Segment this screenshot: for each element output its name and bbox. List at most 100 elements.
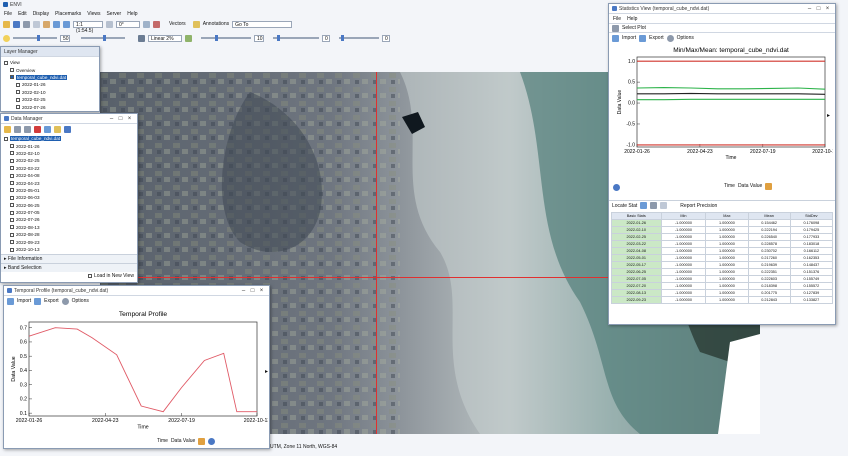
stats-export-button[interactable]: Export xyxy=(649,35,663,41)
menu-file[interactable]: File xyxy=(4,11,12,17)
open-file-icon[interactable] xyxy=(4,125,11,133)
close-button[interactable]: × xyxy=(125,116,134,122)
rotate-icon[interactable] xyxy=(106,20,113,28)
close-button[interactable]: × xyxy=(257,288,266,294)
menu-views[interactable]: Views xyxy=(87,11,100,17)
file-information-section[interactable]: ▸ File Information xyxy=(1,254,137,263)
help-icon[interactable] xyxy=(64,125,71,133)
table-row[interactable]: 2022-08-13 -1.000000 1.000000 0.201775 0.127… xyxy=(611,289,833,297)
band-item[interactable]: 2022-04-08 xyxy=(4,172,134,179)
table-header-cell[interactable]: Max xyxy=(705,212,749,220)
band-item[interactable]: 2022-10-13 xyxy=(4,246,134,253)
save-icon[interactable] xyxy=(13,20,20,28)
table-row[interactable]: 2022-06-25 -1.000000 1.000000 0.222351 0.151… xyxy=(611,268,833,276)
table-row[interactable]: 2022-03-22 -1.000000 1.000000 0.228578 0.183… xyxy=(611,240,833,248)
band-item[interactable]: 2022-06-25 xyxy=(4,202,134,209)
band-item[interactable]: 2022-08-13 xyxy=(4,224,134,231)
expand-icon[interactable] xyxy=(14,125,21,133)
band-item[interactable]: 2022-06-03 xyxy=(4,194,134,201)
transparency-slider[interactable] xyxy=(273,35,319,41)
open-icon[interactable] xyxy=(3,20,10,28)
band-item[interactable]: 2022-08-28 xyxy=(4,231,134,238)
pin-icon[interactable] xyxy=(54,125,61,133)
x-axis-combo[interactable]: Time xyxy=(157,438,168,444)
table-row[interactable]: 2022-09-23 -1.000000 1.000000 0.212843 0.133… xyxy=(611,296,833,304)
table-row[interactable]: 2022-04-08 -1.000000 1.000000 0.230702 0.166… xyxy=(611,247,833,255)
sharpen-slider[interactable] xyxy=(201,35,251,41)
stats-import-button[interactable]: Import xyxy=(622,35,636,41)
pencil-icon[interactable] xyxy=(765,182,773,190)
load-in-new-view-checkbox[interactable] xyxy=(88,274,92,278)
band-item[interactable]: 2022-09-23 xyxy=(4,238,134,245)
minimize-button[interactable]: – xyxy=(805,6,814,12)
link-icon[interactable] xyxy=(44,125,51,133)
options-button[interactable]: Options xyxy=(72,298,89,304)
table-row[interactable]: 2022-05-17 -1.000000 1.000000 0.219639 0.148… xyxy=(611,261,833,269)
table-row[interactable]: 2022-05-01 -1.000000 1.000000 0.217260 0.162… xyxy=(611,254,833,262)
contrast-value[interactable]: 10 xyxy=(254,34,264,42)
map-scroll-arrow[interactable]: ▸ xyxy=(265,368,268,375)
export-button[interactable]: Export xyxy=(44,298,58,304)
stats-options-button[interactable]: Options xyxy=(677,35,694,41)
close-file-icon[interactable] xyxy=(34,125,41,133)
layer-item-view[interactable]: View xyxy=(4,59,96,66)
brightness-value[interactable]: 50 xyxy=(60,34,70,42)
report-precision-button[interactable]: Report Precision xyxy=(680,203,717,209)
menu-display[interactable]: Display xyxy=(33,11,49,17)
band-selection-section[interactable]: ▸ Band Selection xyxy=(1,263,137,272)
stats-x-axis-combo[interactable]: Time xyxy=(724,183,735,189)
band-item[interactable]: 2022-07-26 xyxy=(4,216,134,223)
annotation-icon[interactable] xyxy=(192,20,200,28)
sharpen-value[interactable]: 0 xyxy=(322,34,330,42)
band-item[interactable]: 2022-05-01 xyxy=(4,187,134,194)
zoom-in-icon[interactable] xyxy=(53,20,60,28)
minimize-button[interactable]: – xyxy=(239,288,248,294)
help-icon[interactable] xyxy=(613,184,620,191)
data-file-item[interactable]: temporal_cube_ndvi.dat xyxy=(4,135,134,142)
stats-y-axis-combo[interactable]: Data Value xyxy=(738,183,762,189)
rotation-combo[interactable]: 0° xyxy=(116,20,140,28)
band-item[interactable]: 2022-01-26 xyxy=(4,142,134,149)
side-scroll-arrow[interactable]: ▸ xyxy=(827,112,830,119)
table-header-cell[interactable]: StdDev xyxy=(789,212,833,220)
contrast-slider[interactable] xyxy=(81,35,125,41)
stats-menu-help[interactable]: Help xyxy=(627,16,637,22)
copy-icon[interactable] xyxy=(650,202,658,209)
zoom-combo[interactable]: 1:1 (1:54.5) xyxy=(73,20,103,34)
collapse-icon[interactable] xyxy=(24,125,31,133)
maximize-button[interactable]: □ xyxy=(814,6,823,12)
stretch-icon[interactable] xyxy=(138,34,145,42)
select-icon[interactable] xyxy=(33,20,40,28)
pencil-icon[interactable] xyxy=(198,437,206,445)
band-item[interactable]: 2022-02-25 xyxy=(4,157,134,164)
menu-server[interactable]: Server xyxy=(106,11,121,17)
import-button[interactable]: Import xyxy=(17,298,31,304)
close-button[interactable]: × xyxy=(823,6,832,12)
locate-stat-button[interactable]: Locate Stat xyxy=(612,203,637,209)
layer-item-overview[interactable]: Overview xyxy=(4,66,96,73)
table-row[interactable]: 2022-07-20 -1.000000 1.000000 0.218398 0.155… xyxy=(611,282,833,290)
load-in-new-view-option[interactable]: Load in New View xyxy=(86,273,136,279)
band-item[interactable]: 2022-07-05 xyxy=(4,209,134,216)
table-header-cell[interactable]: Mean xyxy=(747,212,791,220)
table-row[interactable]: 2022-07-05 -1.000000 1.000000 0.222603 0.155… xyxy=(611,275,833,283)
table-header-cell[interactable]: Min xyxy=(660,212,707,220)
table-icon[interactable] xyxy=(640,202,648,209)
table-header-cell[interactable]: Basic Stats xyxy=(611,212,662,220)
brightness-slider[interactable] xyxy=(13,35,57,41)
band-item[interactable]: 2022-03-22 xyxy=(4,165,134,172)
maximize-button[interactable]: □ xyxy=(116,116,125,122)
select-plot-button[interactable]: Select Plot xyxy=(622,25,646,31)
vectors-button[interactable]: Vectors xyxy=(169,21,186,27)
table-row[interactable]: 2022-02-10 -1.000000 1.000000 0.222194 0.179… xyxy=(611,226,833,234)
crosshair-icon[interactable] xyxy=(153,20,160,28)
band-item[interactable]: 2022-04-23 xyxy=(4,179,134,186)
help-icon[interactable] xyxy=(208,437,216,445)
annotations-button[interactable]: Annotations xyxy=(203,21,229,27)
layer-item-file[interactable]: temporal_cube_ndvi.dat xyxy=(4,74,96,81)
zoom-out-icon[interactable] xyxy=(63,20,70,28)
goto-field[interactable]: Go To xyxy=(232,20,293,28)
band-item[interactable]: 2022-02-10 xyxy=(4,150,134,157)
pan-icon[interactable] xyxy=(43,20,50,28)
maximize-button[interactable]: □ xyxy=(248,288,257,294)
